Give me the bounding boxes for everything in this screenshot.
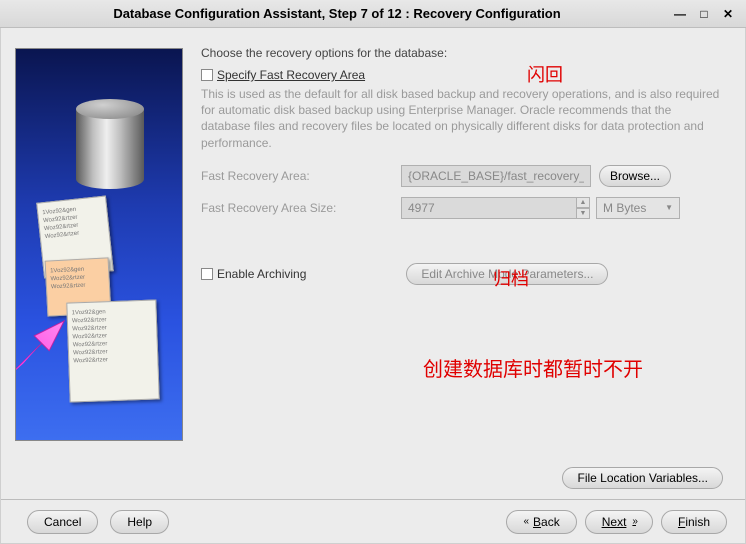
checkbox-icon[interactable] [201,69,213,81]
fast-recovery-area-row: Fast Recovery Area: Browse... [201,165,723,187]
minimize-icon[interactable]: — [670,6,690,22]
browse-button[interactable]: Browse... [599,165,671,187]
wizard-footer: Cancel Help « Back Next » Finish [1,499,745,543]
fast-recovery-area-input[interactable] [401,165,591,187]
spinner-up-icon[interactable]: ▲ [576,197,590,208]
next-button[interactable]: Next » [585,510,653,534]
specify-fast-recovery-label: Specify Fast Recovery Area [217,68,365,82]
maximize-icon[interactable]: □ [694,6,714,22]
annotation-flashback: 闪回 [527,61,563,87]
fast-recovery-description: This is used as the default for all disk… [201,86,723,151]
next-arrow-icon: » [632,516,636,527]
enable-archiving-row: Enable Archiving Edit Archive Mode Param… [201,263,723,285]
size-spinner[interactable]: ▲ ▼ [576,197,590,219]
fast-recovery-area-size-row: Fast Recovery Area Size: ▲ ▼ M Bytes ▼ [201,197,723,219]
close-icon[interactable]: ✕ [718,6,738,22]
annotation-bottom-note: 创建数据库时都暂时不开 [423,353,643,382]
prompt-text: Choose the recovery options for the data… [201,46,723,60]
arrow-icon [15,319,66,375]
back-button[interactable]: « Back [506,510,576,534]
back-arrow-icon: « [523,516,527,527]
fast-recovery-area-size-label: Fast Recovery Area Size: [201,201,401,215]
back-label: Back [533,515,560,529]
checkbox-icon[interactable] [201,268,213,280]
file-location-variables-button[interactable]: File Location Variables... [562,467,723,489]
wizard-side-image: 1Voz92&genWoz92&rtzerWoz92&rtzerWoz92&rt… [15,48,183,441]
database-icon [76,99,144,189]
help-button[interactable]: Help [110,510,169,534]
file-location-row: File Location Variables... [1,461,745,499]
titlebar: Database Configuration Assistant, Step 7… [0,0,746,28]
specify-fast-recovery-checkbox-row[interactable]: Specify Fast Recovery Area [201,68,723,82]
main-panel: Choose the recovery options for the data… [193,28,745,461]
window-body: 1Voz92&genWoz92&rtzerWoz92&rtzerWoz92&rt… [0,28,746,544]
next-label: Next [602,515,627,529]
size-unit-value: M Bytes [603,201,646,215]
annotation-archive: 归档 [493,265,529,291]
sheet-icon: 1Voz92&genWoz92&rtzerWoz92&rtzerWoz92&rt… [66,299,159,402]
cancel-button[interactable]: Cancel [27,510,98,534]
window-title: Database Configuration Assistant, Step 7… [8,6,666,21]
finish-button[interactable]: Finish [661,510,727,534]
spinner-down-icon[interactable]: ▼ [576,208,590,219]
size-unit-dropdown[interactable]: M Bytes ▼ [596,197,680,219]
fast-recovery-area-label: Fast Recovery Area: [201,169,401,183]
finish-label: Finish [678,515,710,529]
enable-archiving-label: Enable Archiving [217,267,306,281]
chevron-down-icon: ▼ [665,203,673,212]
fast-recovery-area-size-input[interactable] [401,197,577,219]
